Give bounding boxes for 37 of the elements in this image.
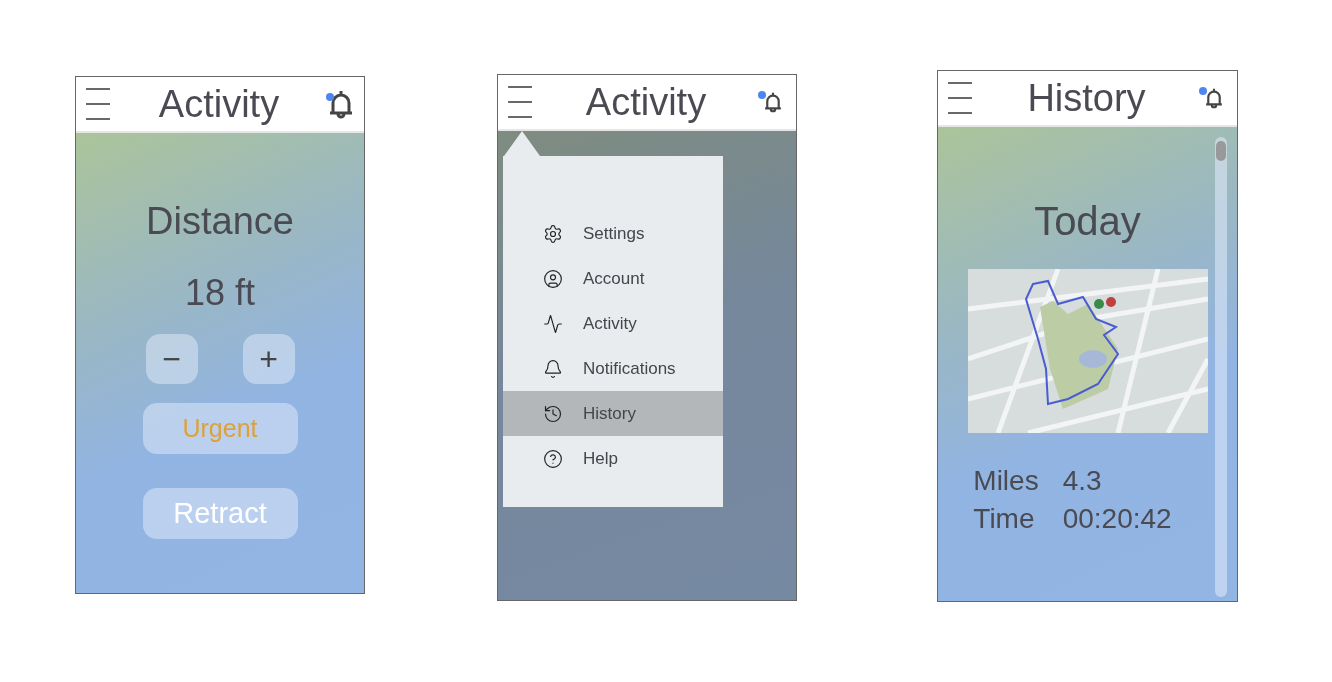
scrollbar[interactable] — [1215, 137, 1227, 597]
menu-label: Activity — [583, 313, 637, 334]
menu-item[interactable]: History — [503, 391, 723, 436]
day-heading: Today — [1034, 199, 1141, 243]
step-button[interactable]: − — [145, 334, 198, 385]
menu-icon[interactable] — [946, 80, 974, 116]
settings-icon — [543, 223, 563, 244]
bell-icon[interactable] — [327, 89, 355, 119]
screen-title: Activity — [584, 83, 708, 121]
menu-item[interactable]: Notifications — [503, 346, 723, 391]
stat-label: Miles — [973, 465, 1039, 497]
menu-label: Help — [583, 448, 618, 469]
menu-icon[interactable] — [506, 84, 534, 120]
menu-label: Notifications — [583, 358, 676, 379]
pulse-icon — [543, 313, 563, 334]
menu-label: Account — [583, 268, 645, 289]
bell-icon[interactable] — [1204, 87, 1224, 109]
stat-value: 4.3 — [1062, 465, 1103, 497]
menu-label: History — [583, 403, 636, 424]
user-icon — [543, 268, 563, 289]
screen-title: Activity — [157, 85, 281, 123]
menu-item[interactable]: Activity — [503, 301, 723, 346]
menu-item[interactable]: Account — [503, 256, 723, 301]
step-button[interactable]: + — [242, 334, 295, 385]
bell-icon — [543, 358, 563, 379]
stat-label: Time — [973, 503, 1036, 535]
stat-value: 00:20:42 — [1062, 503, 1172, 535]
clock-icon — [543, 403, 563, 424]
screen-title: History — [1026, 79, 1147, 117]
distance-value: 18 ft — [184, 272, 256, 313]
help-icon — [543, 448, 563, 469]
menu-item[interactable]: Settings — [503, 211, 723, 256]
menu-item[interactable]: Help — [503, 436, 723, 481]
menu-icon[interactable] — [84, 86, 112, 122]
bell-icon[interactable] — [763, 91, 783, 113]
menu-label: Settings — [583, 223, 645, 244]
distance-label: Distance — [146, 201, 294, 243]
